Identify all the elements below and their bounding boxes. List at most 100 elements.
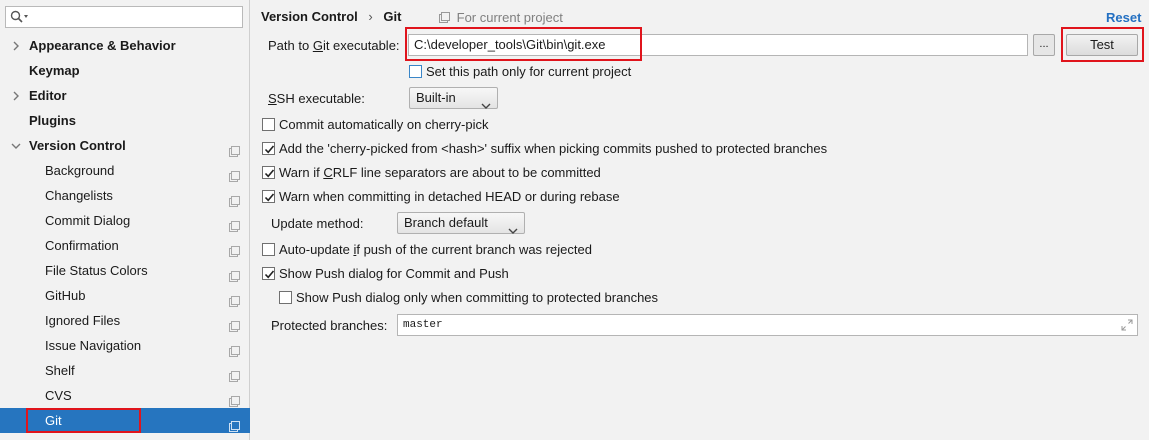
show-push-protected-label: Show Push dialog only when committing to… (296, 290, 659, 305)
project-scope-icon (229, 215, 240, 232)
crlf-label-pre: Warn if (279, 165, 324, 180)
ssh-executable-select[interactable]: Built-in (409, 87, 498, 109)
project-scope-icon (439, 11, 450, 26)
sidebar-item-label: Ignored Files (45, 313, 121, 328)
git-path-label-post: it executable: (322, 38, 400, 53)
protected-branches-value: master (403, 319, 443, 331)
sidebar-item-editor[interactable]: Editor (0, 83, 250, 108)
chevron-down-icon (481, 95, 491, 115)
show-push-dialog-checkbox[interactable] (262, 267, 275, 280)
sidebar-item-commit-dialog[interactable]: Commit Dialog (0, 208, 250, 233)
sidebar-item-label: Confirmation (45, 238, 119, 253)
sidebar-item-issue-navigation[interactable]: Issue Navigation (0, 333, 250, 358)
project-scope-icon (229, 315, 240, 332)
cherry-pick-suffix-label: Add the 'cherry-picked from <hash>' suff… (279, 141, 828, 156)
settings-search-input[interactable] (5, 6, 243, 28)
sidebar-item-label: Commit Dialog (45, 213, 131, 228)
project-scope-icon (229, 290, 240, 307)
chevron-down-icon[interactable] (11, 133, 21, 158)
crlf-label-mnemonic: C (323, 165, 333, 180)
project-scope-icon (229, 365, 240, 382)
sidebar-item-label: Appearance & Behavior (29, 38, 176, 53)
sidebar-item-label: Issue Navigation (45, 338, 142, 353)
checkmark-icon (264, 270, 275, 279)
auto-update-label: Auto-update if push of the current branc… (279, 242, 592, 257)
git-path-label-mnemonic: G (312, 38, 323, 53)
git-path-highlight (405, 27, 642, 61)
protected-branches-input[interactable]: master (397, 314, 1138, 336)
detached-head-label: Warn when committing in detached HEAD or… (279, 189, 620, 204)
project-scope-icon (229, 415, 240, 432)
auto-update-label-pre: Auto-update (279, 242, 354, 257)
for-project-indicator: For current project (439, 10, 563, 26)
sidebar-item-confirmation[interactable]: Confirmation (0, 233, 250, 258)
checkmark-icon (264, 169, 275, 178)
sidebar-item-ignored-files[interactable]: Ignored Files (0, 308, 250, 333)
sidebar-item-shelf[interactable]: Shelf (0, 358, 250, 383)
search-icon (10, 10, 32, 24)
for-project-label: For current project (456, 10, 563, 25)
ssh-label-mnemonic: S (268, 91, 277, 106)
chevron-right-icon[interactable] (11, 33, 21, 58)
breadcrumb-separator: › (368, 9, 373, 24)
sidebar-item-label: GitHub (45, 288, 86, 303)
reset-link[interactable]: Reset (1106, 10, 1141, 25)
sidebar-item-plugins[interactable]: Plugins (0, 108, 250, 133)
show-push-protected-checkbox[interactable] (279, 291, 292, 304)
current-project-only-label: Set this path only for current project (426, 64, 632, 79)
auto-update-label-post: f push of the current branch was rejecte… (356, 242, 592, 257)
auto-update-checkbox[interactable] (262, 243, 275, 256)
sidebar-item-version-control[interactable]: Version Control (0, 133, 250, 158)
breadcrumb: Version Control › Git (261, 9, 401, 24)
settings-sidebar: Appearance & Behavior Keymap Editor Plugins… (0, 0, 250, 440)
project-scope-icon (229, 390, 240, 407)
sidebar-item-github[interactable]: GitHub (0, 283, 250, 308)
browse-button[interactable]: ... (1033, 34, 1055, 56)
cherry-pick-suffix-checkbox[interactable] (262, 142, 275, 155)
sidebar-item-label: CVS (45, 388, 72, 403)
crlf-warning-checkbox[interactable] (262, 166, 275, 179)
sidebar-item-label: Editor (29, 88, 67, 103)
sidebar-item-background[interactable]: Background (0, 158, 250, 183)
chevron-down-icon (508, 220, 518, 240)
breadcrumb-parent[interactable]: Version Control (261, 9, 358, 24)
protected-branches-label: Protected branches: (271, 318, 388, 333)
project-scope-icon (229, 240, 240, 257)
detached-head-checkbox[interactable] (262, 190, 275, 203)
checkmark-icon (264, 145, 275, 154)
sidebar-item-label: Plugins (29, 113, 76, 128)
page-title: Git (383, 9, 402, 24)
update-method-selected-value: Branch default (404, 215, 488, 230)
expand-icon[interactable] (1121, 319, 1133, 339)
sidebar-item-label: Changelists (45, 188, 113, 203)
sidebar-item-label: Background (45, 163, 115, 178)
crlf-warning-label: Warn if CRLF line separators are about t… (279, 165, 601, 180)
sidebar-item-appearance-behavior[interactable]: Appearance & Behavior (0, 33, 250, 58)
project-scope-icon (229, 265, 240, 282)
cherry-pick-commit-label: Commit automatically on cherry-pick (279, 117, 489, 132)
project-scope-icon (229, 165, 240, 182)
crlf-label-post: RLF line separators are about to be comm… (332, 165, 601, 180)
git-nav-highlight (26, 408, 141, 433)
sidebar-item-label: Keymap (29, 63, 80, 78)
git-path-label-pre: Path to (268, 38, 313, 53)
ssh-selected-value: Built-in (416, 90, 456, 105)
sidebar-item-changelists[interactable]: Changelists (0, 183, 250, 208)
sidebar-item-keymap[interactable]: Keymap (0, 58, 250, 83)
project-scope-icon (229, 190, 240, 207)
update-method-label: Update method: (271, 216, 364, 231)
cherry-pick-commit-checkbox[interactable] (262, 118, 275, 131)
sidebar-item-label: Version Control (29, 138, 126, 153)
project-scope-icon (229, 140, 240, 157)
current-project-only-checkbox[interactable] (409, 65, 422, 78)
ssh-label-post: SH executable: (276, 91, 365, 106)
ssh-executable-label: SSH executable: (268, 91, 365, 106)
sidebar-item-label: Shelf (45, 363, 75, 378)
sidebar-item-cvs[interactable]: CVS (0, 383, 250, 408)
project-scope-icon (229, 340, 240, 357)
update-method-select[interactable]: Branch default (397, 212, 525, 234)
sidebar-item-file-status-colors[interactable]: File Status Colors (0, 258, 250, 283)
chevron-right-icon[interactable] (11, 83, 21, 108)
show-push-dialog-label: Show Push dialog for Commit and Push (279, 266, 509, 281)
sidebar-item-label: File Status Colors (45, 263, 148, 278)
